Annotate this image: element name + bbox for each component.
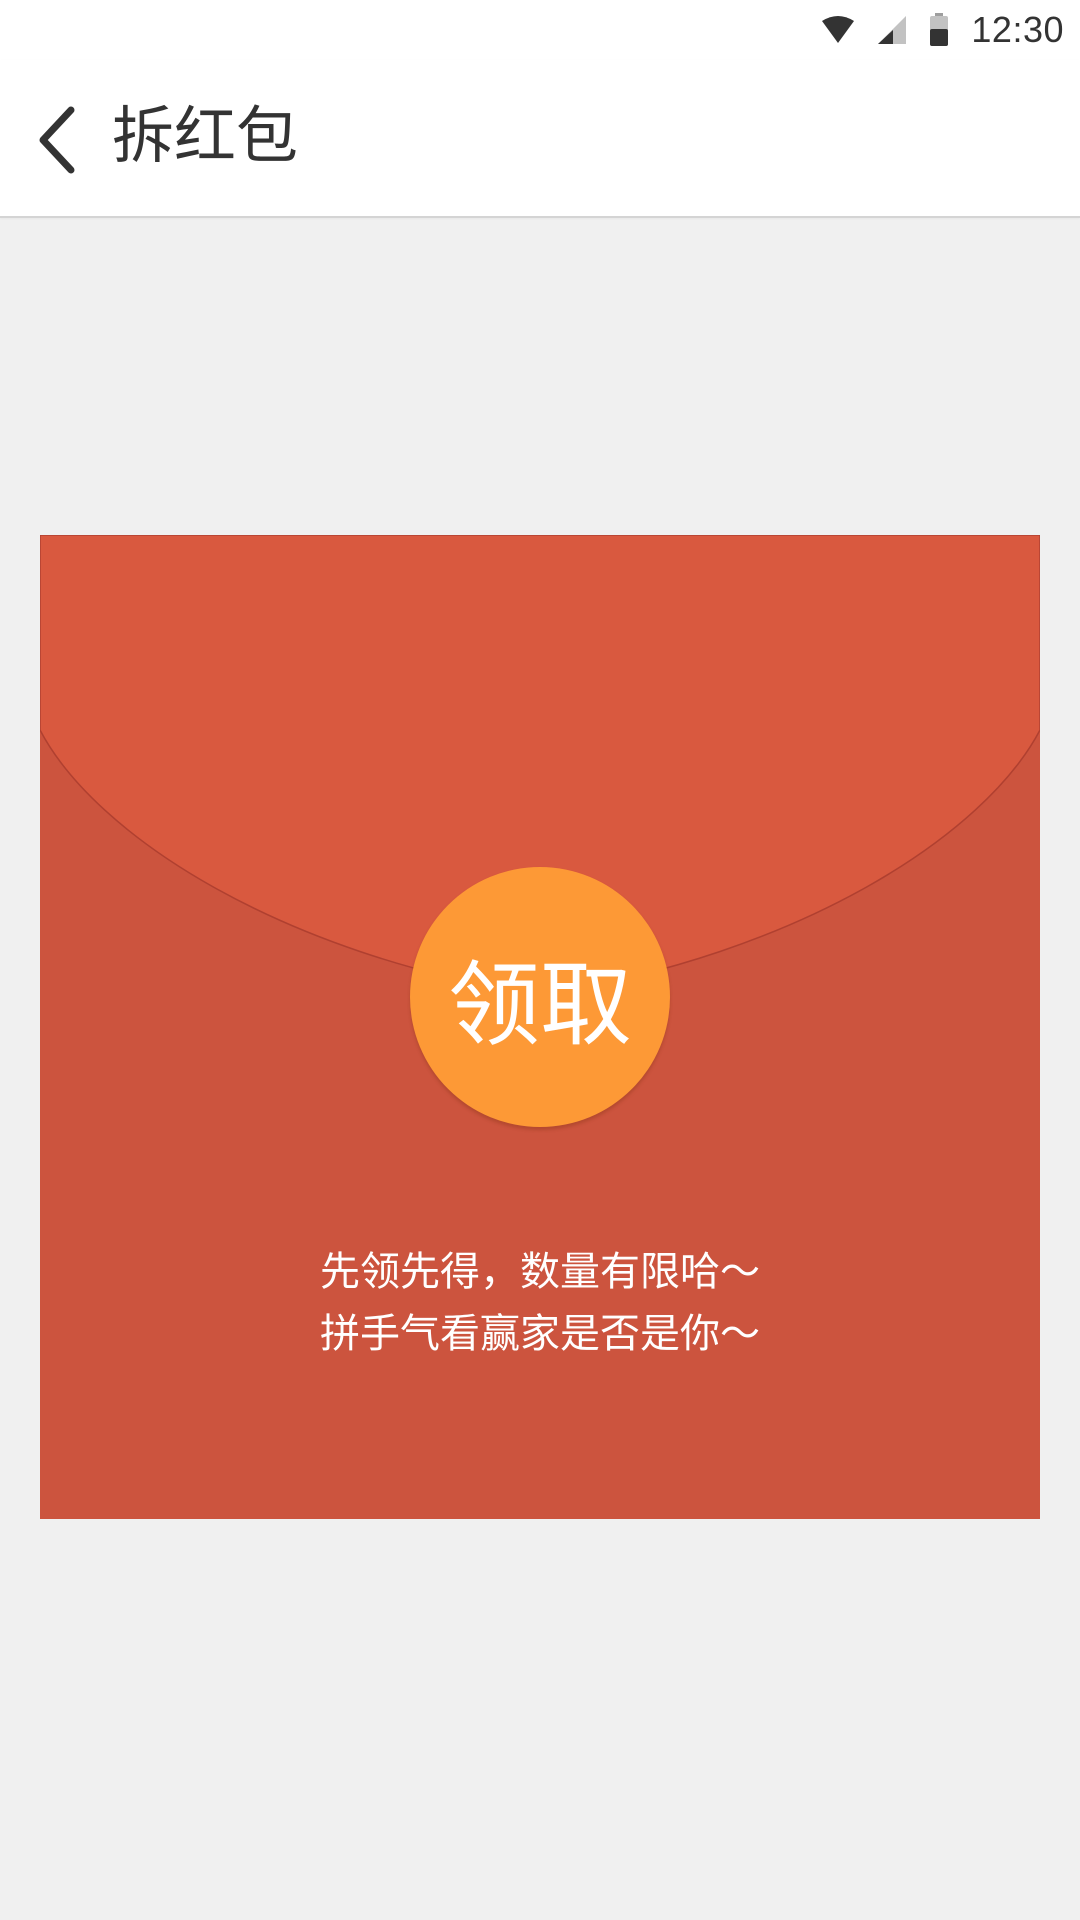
status-bar: 12:30: [0, 0, 1080, 60]
status-time: 12:30: [971, 9, 1064, 50]
app-bar: 拆红包: [0, 60, 1080, 218]
status-icons: 12:30: [821, 8, 1064, 52]
wifi-icon: [821, 15, 855, 45]
envelope-tip-line-1: 先领先得，数量有限哈～: [320, 1249, 760, 1295]
chevron-left-icon: [35, 105, 79, 175]
back-button[interactable]: [22, 100, 92, 180]
battery-icon: [929, 13, 949, 47]
envelope-tip-line-2: 拼手气看赢家是否是你～: [320, 1311, 760, 1357]
cell-signal-icon: [877, 15, 907, 45]
page-title: 拆红包: [112, 99, 299, 172]
red-envelope: 领取 先领先得，数量有限哈～ 拼手气看赢家是否是你～: [40, 535, 1040, 1519]
open-envelope-button[interactable]: 领取: [410, 867, 670, 1127]
